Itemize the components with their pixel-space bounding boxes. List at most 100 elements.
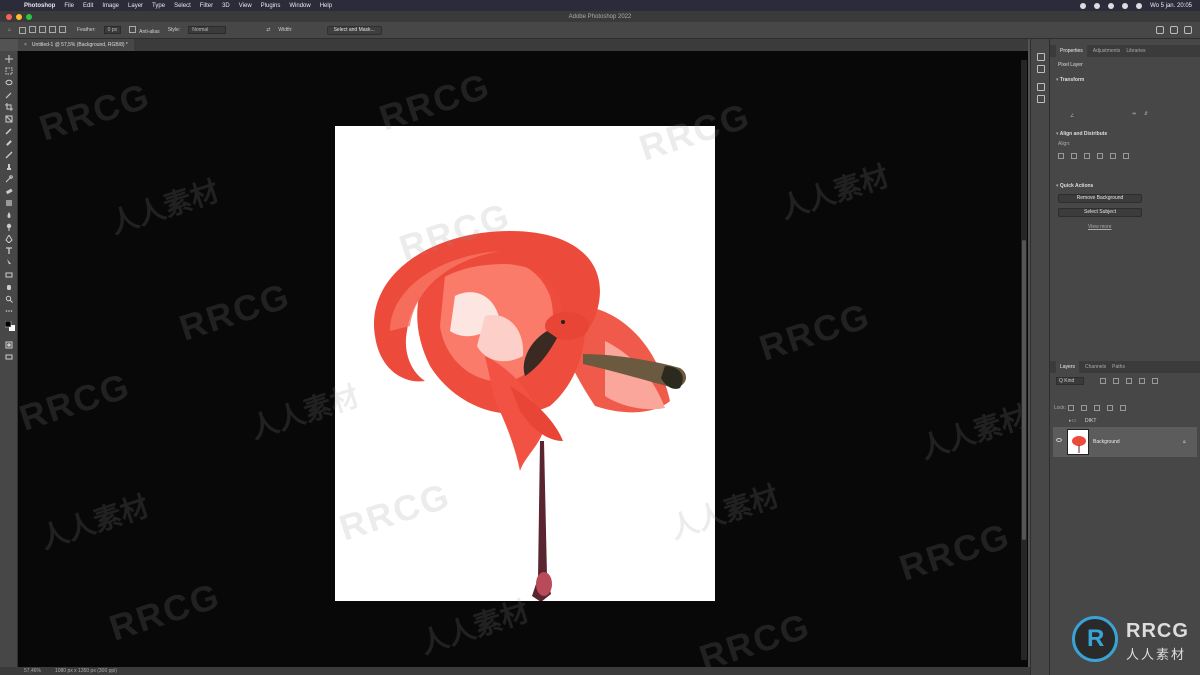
layer-group-row[interactable]: ▸▭ DIKT (1053, 413, 1197, 427)
feather-input[interactable]: 0 px (103, 26, 122, 34)
brush-tool-icon[interactable] (5, 151, 13, 159)
move-tool-icon[interactable] (5, 55, 13, 63)
tab-libraries[interactable]: Libraries (1126, 48, 1145, 54)
tab-channels[interactable]: Channels (1085, 364, 1106, 370)
transform-section-title[interactable]: Transform (1056, 77, 1084, 83)
history-panel-icon[interactable] (1037, 53, 1045, 61)
align-left-icon[interactable] (1058, 153, 1064, 159)
align-middle-icon[interactable] (1110, 153, 1116, 159)
tab-paths[interactable]: Paths (1112, 364, 1125, 370)
filter-type-icon[interactable] (1126, 378, 1132, 384)
lock-transparent-icon[interactable] (1068, 405, 1074, 411)
lock-all-icon[interactable] (1120, 405, 1126, 411)
zoom-level[interactable]: 57,46% (24, 668, 41, 674)
rectangle-tool-icon[interactable] (5, 271, 13, 279)
remove-background-button[interactable]: Remove Background (1058, 194, 1142, 203)
character-panel-icon[interactable] (1037, 83, 1045, 91)
search-icon[interactable] (1136, 2, 1143, 9)
clone-stamp-tool-icon[interactable] (5, 163, 13, 171)
wifi-icon[interactable] (1122, 2, 1129, 9)
menu-plugins[interactable]: Plugins (261, 3, 281, 9)
close-tab-icon[interactable]: × (24, 42, 27, 48)
select-and-mask-button[interactable]: Select and Mask... (326, 25, 382, 35)
canvas-area[interactable]: RRCG RRCG RRCG 人人素材 RRCG 人人素材 RRCG RRCG … (18, 51, 1028, 667)
object-selection-tool-icon[interactable] (5, 91, 13, 99)
status-icon[interactable] (1080, 2, 1087, 9)
select-subject-button[interactable]: Select Subject (1058, 208, 1142, 217)
subtract-selection-icon[interactable] (49, 25, 57, 33)
align-section-title[interactable]: Align and Distribute (1056, 131, 1108, 137)
eraser-tool-icon[interactable] (5, 187, 13, 195)
status-icon[interactable] (1094, 2, 1101, 9)
flip-horizontal-icon[interactable]: ⇹ (1132, 111, 1136, 117)
eyedropper-tool-icon[interactable] (5, 127, 13, 135)
marquee-tool-icon[interactable] (5, 67, 13, 75)
frame-tool-icon[interactable] (5, 115, 13, 123)
lock-artboard-icon[interactable] (1107, 405, 1113, 411)
lock-image-icon[interactable] (1081, 405, 1087, 411)
dodge-tool-icon[interactable] (5, 223, 13, 231)
document-size[interactable]: 1080 px x 1350 px (300 ppi) (55, 668, 117, 674)
search-icon[interactable] (1156, 26, 1164, 34)
align-top-icon[interactable] (1097, 153, 1103, 159)
filter-adjustment-icon[interactable] (1113, 378, 1119, 384)
menubar-clock[interactable]: Wo 5 jan. 20:05 (1150, 3, 1192, 9)
menu-help[interactable]: Help (320, 3, 332, 9)
lock-position-icon[interactable] (1094, 405, 1100, 411)
color-swatches-icon[interactable] (5, 321, 15, 331)
marquee-tool-preset-icon[interactable] (19, 26, 27, 34)
quick-mask-icon[interactable] (5, 341, 13, 349)
tab-adjustments[interactable]: Adjustments (1093, 48, 1121, 54)
menu-select[interactable]: Select (174, 3, 191, 9)
canvas-vertical-scrollbar[interactable] (1021, 60, 1027, 660)
add-selection-icon[interactable] (39, 25, 47, 33)
intersect-selection-icon[interactable] (59, 25, 67, 33)
document-tab[interactable]: × Untitled-1 @ 57,5% (Background, RGB/8)… (18, 39, 134, 51)
workspace-icon[interactable] (1170, 26, 1178, 34)
hand-tool-icon[interactable] (5, 283, 13, 291)
blur-tool-icon[interactable] (5, 211, 13, 219)
align-bottom-icon[interactable] (1123, 153, 1129, 159)
menu-view[interactable]: View (239, 3, 252, 9)
more-tools-icon[interactable] (5, 307, 13, 315)
paragraph-panel-icon[interactable] (1037, 95, 1045, 103)
type-tool-icon[interactable] (5, 247, 13, 255)
menu-type[interactable]: Type (152, 3, 165, 9)
view-more-link[interactable]: View more (1088, 224, 1112, 230)
document-canvas[interactable] (335, 126, 715, 601)
pen-tool-icon[interactable] (5, 235, 13, 243)
menu-edit[interactable]: Edit (83, 3, 93, 9)
style-select[interactable]: Normal (188, 26, 227, 34)
zoom-tool-icon[interactable] (5, 295, 13, 303)
menu-filter[interactable]: Filter (200, 3, 213, 9)
menu-3d[interactable]: 3D (222, 3, 230, 9)
tab-properties[interactable]: Properties (1056, 45, 1087, 57)
menu-layer[interactable]: Layer (128, 3, 143, 9)
share-icon[interactable] (1184, 26, 1192, 34)
menu-app-photoshop[interactable]: Photoshop (24, 3, 55, 9)
filter-shape-icon[interactable] (1139, 378, 1145, 384)
layer-group-name[interactable]: DIKT (1085, 418, 1096, 424)
history-brush-tool-icon[interactable] (5, 175, 13, 183)
layer-name[interactable]: Background (1093, 439, 1120, 445)
layer-kind-filter[interactable]: Q Kind (1056, 377, 1084, 385)
align-right-icon[interactable] (1084, 153, 1090, 159)
screen-mode-icon[interactable] (5, 353, 13, 361)
crop-tool-icon[interactable] (5, 103, 13, 111)
filter-smart-icon[interactable] (1152, 378, 1158, 384)
flip-vertical-icon[interactable]: ⇵ (1144, 111, 1148, 117)
status-icon[interactable] (1108, 2, 1115, 9)
menu-window[interactable]: Window (289, 3, 310, 9)
gradient-tool-icon[interactable] (5, 199, 13, 207)
quick-actions-title[interactable]: Quick Actions (1056, 183, 1093, 189)
color-panel-icon[interactable] (1037, 65, 1045, 73)
swap-icon[interactable]: ⇄ (266, 27, 270, 33)
scrollbar-thumb[interactable] (1022, 240, 1026, 540)
antialias-checkbox[interactable] (129, 25, 137, 33)
lock-icon[interactable]: 🔒︎ (1183, 439, 1186, 445)
new-selection-icon[interactable] (29, 25, 37, 33)
filter-pixel-icon[interactable] (1100, 378, 1106, 384)
lasso-tool-icon[interactable] (5, 79, 13, 87)
align-center-icon[interactable] (1071, 153, 1077, 159)
menu-file[interactable]: File (64, 3, 74, 9)
